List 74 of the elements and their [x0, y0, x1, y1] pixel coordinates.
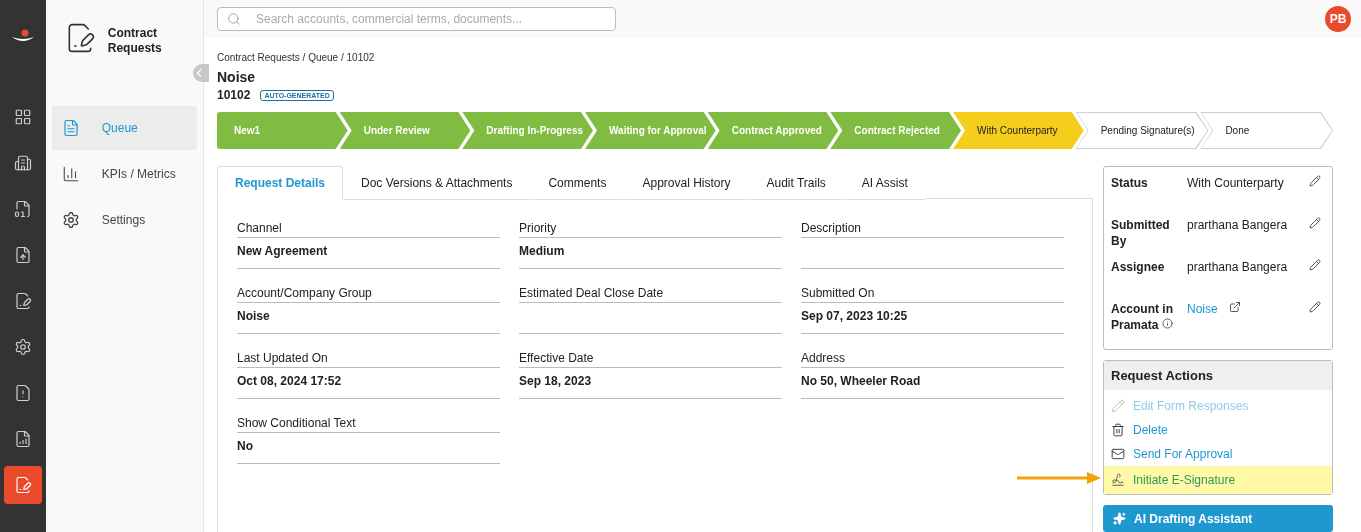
- settings-icon: [61, 211, 80, 229]
- sidebar-item[interactable]: KPIs / Metrics: [51, 152, 197, 196]
- gear-icon: [13, 338, 32, 356]
- summary-label: Assignee: [1111, 259, 1166, 275]
- file-chart-icon: [13, 430, 32, 448]
- document-icon: [61, 119, 80, 137]
- field-value: Medium: [519, 238, 782, 269]
- file-upload-icon: [13, 246, 32, 264]
- apps-grid-icon: [13, 108, 32, 126]
- stage-step: Waiting for Approval: [585, 112, 716, 149]
- field-label: Submitted On: [801, 282, 1064, 303]
- stage-step: Drafting In-Progress: [462, 112, 593, 149]
- stage-step: New1: [217, 112, 348, 149]
- summary-value: prarthana Bangera: [1187, 217, 1289, 233]
- page-title: Noise: [217, 69, 257, 85]
- field-label: Show Conditional Text: [237, 412, 500, 433]
- sidebar-item[interactable]: Queue: [51, 106, 197, 150]
- info-icon: [1161, 318, 1173, 329]
- user-avatar[interactable]: PB: [1325, 6, 1351, 32]
- module-title: Contract Requests: [107, 25, 163, 56]
- action-link[interactable]: Delete: [1104, 418, 1332, 442]
- search-icon: [227, 12, 241, 26]
- field-label: Priority: [519, 217, 782, 238]
- edit-icon[interactable]: [1309, 259, 1321, 271]
- field-label: Address: [801, 347, 1064, 368]
- account-link[interactable]: Noise: [1187, 302, 1218, 316]
- summary-label: Account in Pramata: [1111, 301, 1174, 333]
- field-value: No: [237, 433, 500, 464]
- field-value: Noise: [237, 303, 500, 334]
- edit-icon[interactable]: [1309, 175, 1321, 187]
- summary-value: prarthana Bangera: [1187, 259, 1289, 275]
- document-pen-icon: [13, 476, 32, 494]
- pencil-icon: [1111, 399, 1125, 413]
- field-value: No 50, Wheeler Road: [801, 368, 1064, 399]
- actions-title: Request Actions: [1104, 361, 1332, 390]
- signature-icon: [1111, 473, 1125, 487]
- summary-value: With Counterparty: [1187, 175, 1285, 191]
- action-link[interactable]: Send For Approval: [1104, 442, 1332, 466]
- sidebar-item[interactable]: Settings: [51, 198, 197, 242]
- stage-step: Contract Approved: [707, 112, 839, 149]
- search-field[interactable]: Search accounts, commercial terms, documents...: [217, 7, 616, 31]
- envelope-icon: [1111, 447, 1125, 461]
- field-value: New Agreement: [237, 238, 500, 269]
- document-icon: [13, 200, 32, 218]
- stage-step: Contract Rejected: [830, 112, 962, 149]
- field-label: Estimated Deal Close Date: [519, 282, 782, 303]
- field-value: Sep 07, 2023 10:25: [801, 303, 1064, 334]
- summary-label: Submitted By: [1111, 217, 1171, 249]
- record-id: 10102: [217, 88, 251, 102]
- field-value: Oct 08, 2024 17:52: [237, 368, 500, 399]
- external-link-icon[interactable]: [1229, 301, 1242, 313]
- bar-chart-icon: [61, 165, 80, 183]
- stage-step: With Counterparty: [953, 112, 1084, 149]
- tab[interactable]: Request Details: [217, 166, 344, 200]
- stage-step: Under Review: [339, 112, 471, 149]
- edit-icon[interactable]: [1309, 301, 1321, 313]
- field-label: Description: [801, 217, 1064, 238]
- building-icon: [13, 154, 32, 172]
- trash-icon: [1111, 423, 1125, 437]
- field-label: Last Updated On: [237, 347, 500, 368]
- document-pen-icon: [13, 292, 32, 310]
- stage-step: Done: [1200, 112, 1334, 149]
- rail-nav-button[interactable]: [3, 466, 42, 504]
- edit-icon[interactable]: [1309, 217, 1321, 229]
- ai-assistant-button[interactable]: AI Drafting Assistant: [1103, 505, 1333, 532]
- field-label: Account/Company Group: [237, 282, 500, 303]
- field-label: Effective Date: [519, 347, 782, 368]
- field-label: Channel: [237, 217, 500, 238]
- field-value: Sep 18, 2023: [519, 368, 782, 399]
- action-link[interactable]: Initiate E-Signature: [1104, 466, 1332, 494]
- breadcrumb: Contract Requests / Queue / 10102: [217, 52, 376, 63]
- sparkle-icon: [1113, 512, 1126, 525]
- summary-label: Status: [1111, 175, 1149, 191]
- file-warning-icon: [13, 384, 32, 402]
